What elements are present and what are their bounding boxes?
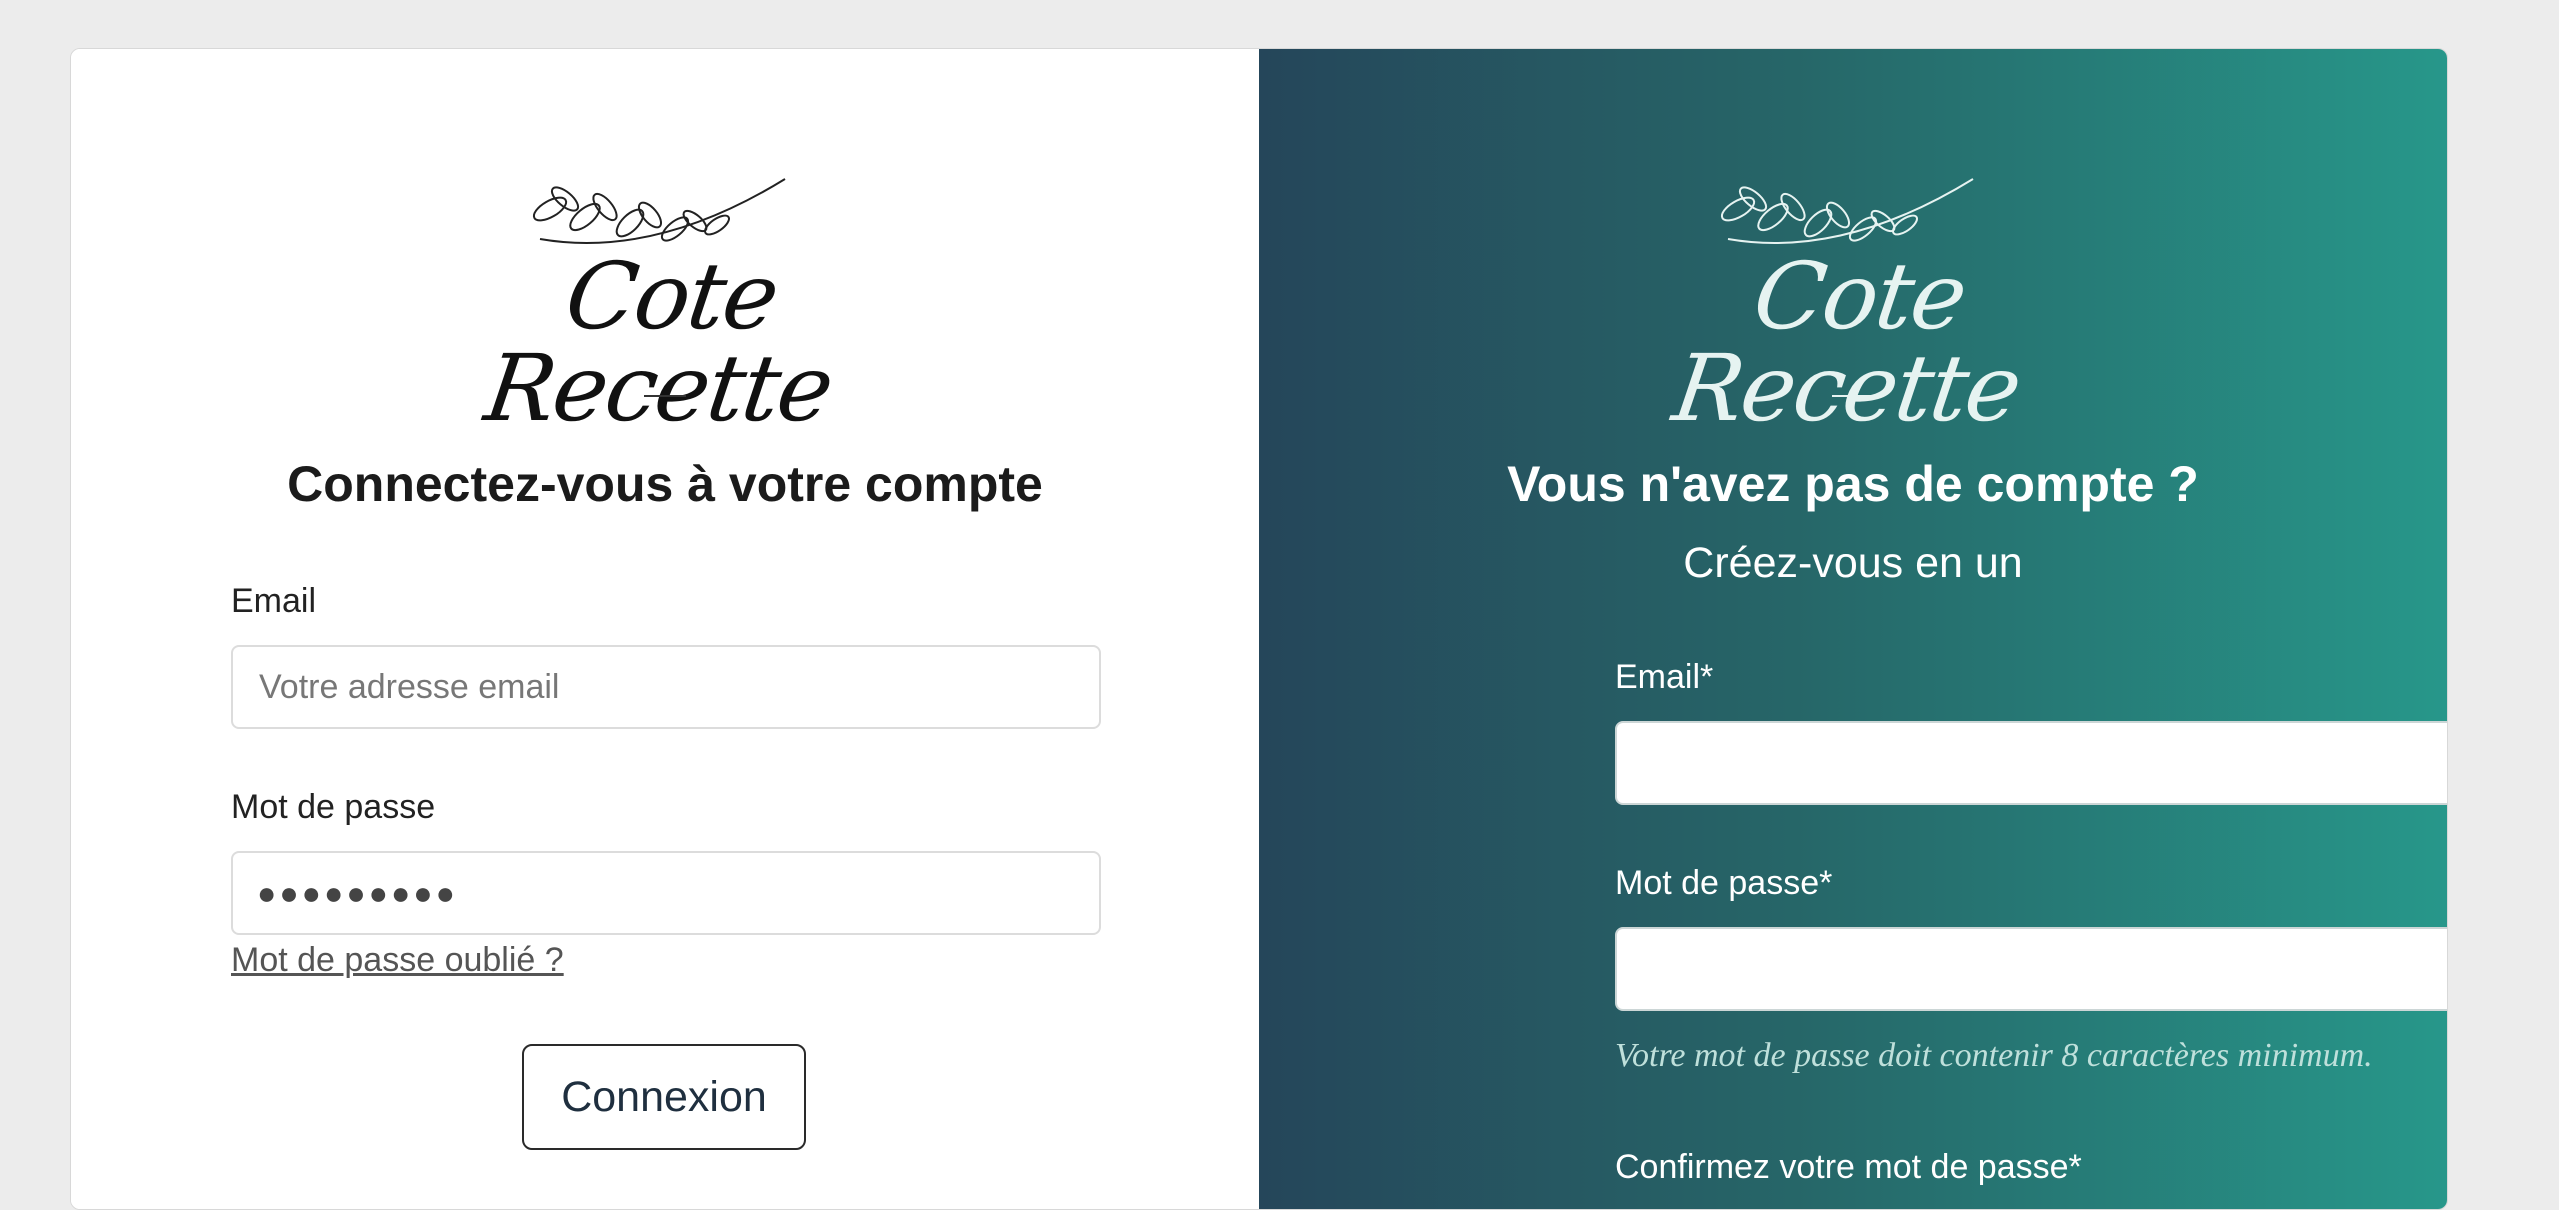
login-panel: Cote Recette Connectez-vous à votre comp… bbox=[71, 49, 1259, 1209]
brand-logo-light: Cote Recette bbox=[1643, 159, 2063, 442]
forgot-password-link[interactable]: Mot de passe oublié ? bbox=[231, 941, 564, 980]
login-email-input[interactable] bbox=[231, 645, 1101, 729]
auth-card: Cote Recette Connectez-vous à votre comp… bbox=[70, 48, 2448, 1210]
brand-underline bbox=[644, 395, 686, 397]
brand-logo: Cote Recette bbox=[455, 159, 875, 442]
brand-underline bbox=[1832, 395, 1874, 397]
signup-confirm-label: Confirmez votre mot de passe* bbox=[1615, 1148, 2082, 1186]
signup-subheading: Créez-vous en un bbox=[1683, 539, 2023, 587]
signup-panel: Cote Recette Vous n'avez pas de compte ?… bbox=[1259, 49, 2447, 1209]
signup-email-input[interactable] bbox=[1615, 721, 2447, 805]
login-heading: Connectez-vous à votre compte bbox=[287, 456, 1043, 512]
password-hint: Votre mot de passe doit contenir 8 carac… bbox=[1615, 1037, 2373, 1074]
login-password-wrapper: ●●●●●●●●● bbox=[71, 851, 1259, 935]
signup-password-label: Mot de passe* bbox=[1615, 864, 1833, 902]
signup-password-input[interactable] bbox=[1615, 927, 2447, 1011]
login-email-label: Email bbox=[231, 582, 317, 620]
login-button[interactable]: Connexion bbox=[522, 1044, 806, 1150]
brand-wordmark: Cote Recette bbox=[1667, 243, 2027, 442]
brand-wordmark: Cote Recette bbox=[479, 243, 839, 442]
signup-heading: Vous n'avez pas de compte ? bbox=[1507, 456, 2199, 512]
signup-email-label: Email* bbox=[1615, 658, 1714, 696]
login-password-label: Mot de passe bbox=[231, 788, 436, 826]
login-password-input[interactable] bbox=[231, 851, 1101, 935]
